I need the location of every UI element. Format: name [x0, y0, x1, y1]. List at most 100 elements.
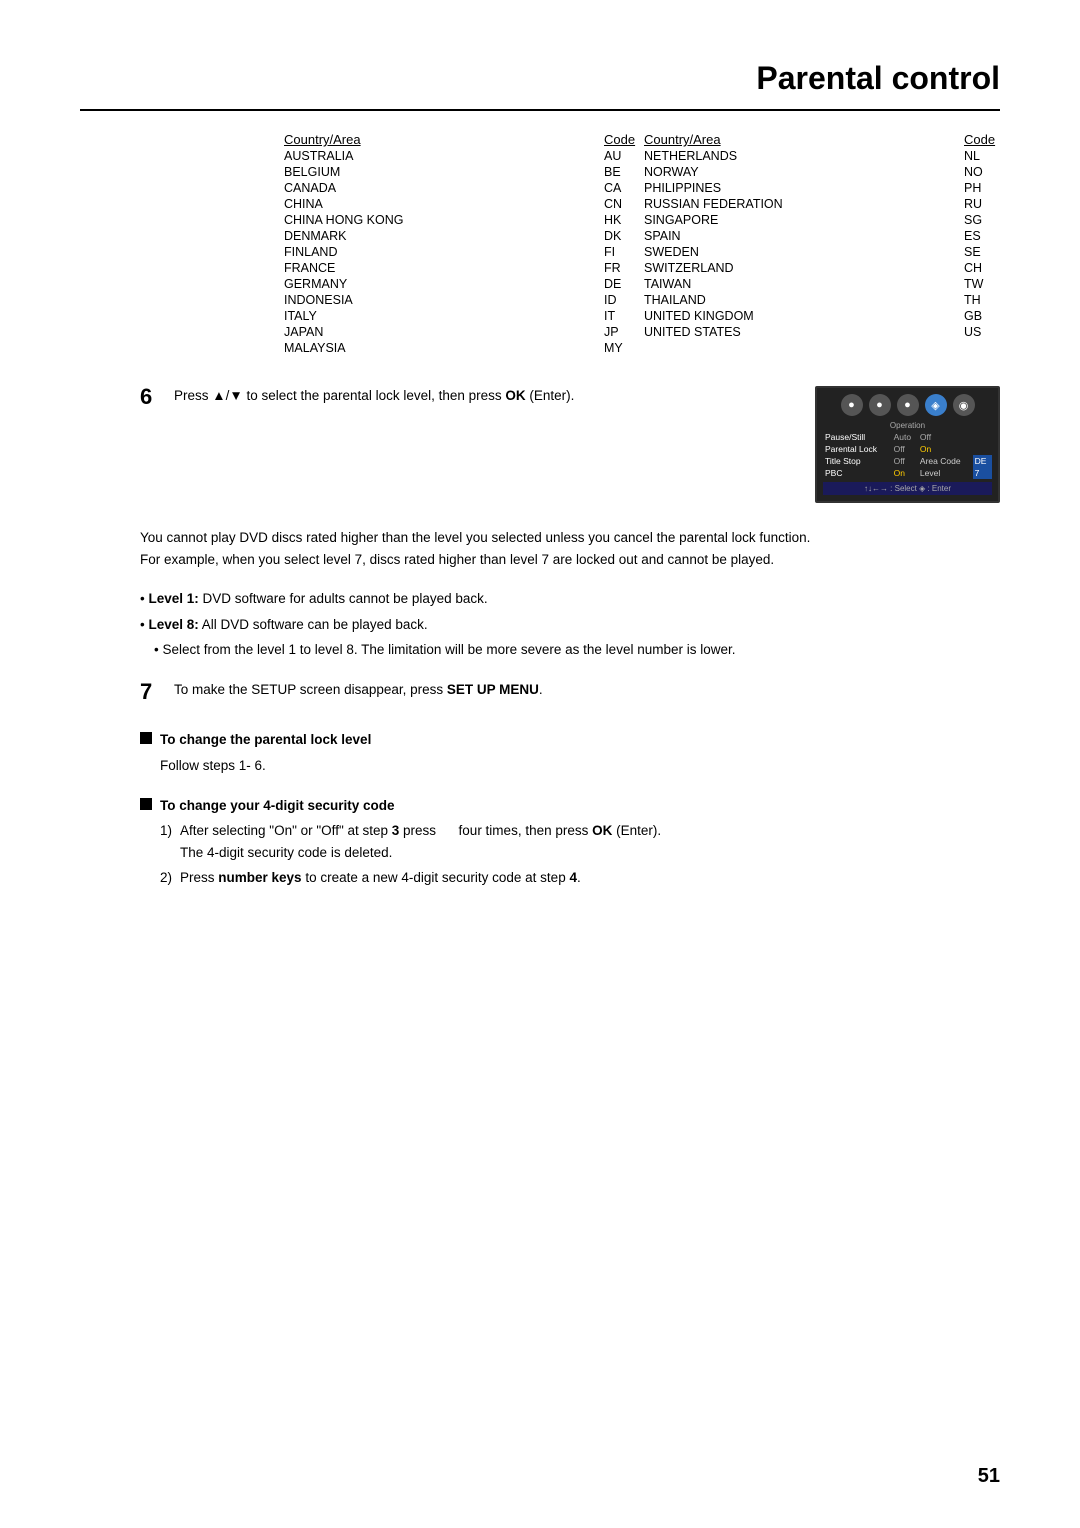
step6-content: Press ▲/▼ to select the parental lock le… [174, 386, 815, 406]
country-name: CHINA HONG KONG [280, 212, 600, 228]
table-row: TAIWANTW [640, 276, 1000, 292]
country-name: GERMANY [280, 276, 600, 292]
screen-icons-row: ● ● ● ◈ ◉ [823, 394, 992, 416]
table-row: FRANCEFR [280, 260, 640, 276]
country-name: DENMARK [280, 228, 600, 244]
table-row: RUSSIAN FEDERATIONRU [640, 196, 1000, 212]
country-code: RU [960, 196, 1000, 212]
screen-icon-1: ● [841, 394, 863, 416]
country-table-right: Country/Area Code NETHERLANDSNLNORWAYNOP… [640, 131, 1000, 340]
country-name: NETHERLANDS [640, 148, 960, 164]
screen-row-pause: Pause/Still Auto Off [823, 431, 992, 443]
table-row: PHILIPPINESPH [640, 180, 1000, 196]
item-text-2: Press number keys to create a new 4-digi… [180, 867, 581, 889]
country-code: ES [960, 228, 1000, 244]
country-code: CN [600, 196, 640, 212]
table-row: INDONESIAID [280, 292, 640, 308]
page-number: 51 [978, 1465, 1000, 1488]
country-name: CANADA [280, 180, 600, 196]
screen-label-pause: Pause/Still [823, 431, 892, 443]
country-name: AUSTRALIA [280, 148, 600, 164]
screen-val-de: DE [973, 455, 992, 467]
black-square-2 [140, 798, 152, 810]
col1-country-header: Country/Area [280, 131, 600, 148]
page-title: Parental control [80, 60, 1000, 111]
country-name: PHILIPPINES [640, 180, 960, 196]
table-row: THAILANDTH [640, 292, 1000, 308]
table-row: CHINA HONG KONGHK [280, 212, 640, 228]
country-code: FI [600, 244, 640, 260]
screen-val-off2: Off [892, 443, 918, 455]
country-code: US [960, 324, 1000, 340]
country-column-right: Country/Area Code NETHERLANDSNLNORWAYNOP… [640, 131, 1000, 356]
step6-section: 6 Press ▲/▼ to select the parental lock … [140, 386, 1000, 503]
table-row: MALAYSIAMY [280, 340, 640, 356]
country-code: HK [600, 212, 640, 228]
country-code: DE [600, 276, 640, 292]
table-row: GERMANYDE [280, 276, 640, 292]
table-row: NORWAYNO [640, 164, 1000, 180]
table-row: ITALYIT [280, 308, 640, 324]
sub-section-title-1: To change the parental lock level [140, 729, 1000, 751]
bullet-item-1: Level 1: DVD software for adults cannot … [140, 588, 1000, 610]
screen-table: Pause/Still Auto Off Parental Lock Off O… [823, 431, 992, 479]
table-row: CANADACA [280, 180, 640, 196]
table-row: SWEDENSE [640, 244, 1000, 260]
screen-val-level: Level [918, 467, 973, 479]
table-row: UNITED STATESUS [640, 324, 1000, 340]
country-name: CHINA [280, 196, 600, 212]
country-name: SWITZERLAND [640, 260, 960, 276]
country-table-left: Country/Area Code AUSTRALIAAUBELGIUMBECA… [280, 131, 640, 356]
screen-row-titlestop: Title Stop Off Area Code DE [823, 455, 992, 467]
table-row: SPAINES [640, 228, 1000, 244]
table-row: CHINACN [280, 196, 640, 212]
country-code: BE [600, 164, 640, 180]
country-name: UNITED STATES [640, 324, 960, 340]
screen-val-7: 7 [973, 467, 992, 479]
table-row: NETHERLANDSNL [640, 148, 1000, 164]
country-code: NL [960, 148, 1000, 164]
country-code: MY [600, 340, 640, 356]
table-row: SINGAPORESG [640, 212, 1000, 228]
step7-number: 7 [140, 679, 164, 705]
country-name: NORWAY [640, 164, 960, 180]
country-name: BELGIUM [280, 164, 600, 180]
country-code: CA [600, 180, 640, 196]
screen-mockup: ● ● ● ◈ ◉ Operation Pause/Still Auto Off… [815, 386, 1000, 503]
country-name: UNITED KINGDOM [640, 308, 960, 324]
numbered-item-2: 2) Press number keys to create a new 4-d… [160, 867, 1000, 889]
screen-label-pbc: PBC [823, 467, 892, 479]
country-code: SE [960, 244, 1000, 260]
screen-label-title: Title Stop [823, 455, 892, 467]
table-row: JAPANJP [280, 324, 640, 340]
table-row: BELGIUMBE [280, 164, 640, 180]
screen-val-on: On [918, 443, 973, 455]
screen-bottom-bar: ↑↓←→ : Select ◈ : Enter [823, 482, 992, 495]
table-row: DENMARKDK [280, 228, 640, 244]
screen-icon-3: ● [897, 394, 919, 416]
country-code: FR [600, 260, 640, 276]
screen-val-on2: On [892, 467, 918, 479]
screen-icon-4: ◈ [925, 394, 947, 416]
country-code: CH [960, 260, 1000, 276]
bullet-list: Level 1: DVD software for adults cannot … [140, 588, 1000, 661]
item-text-1: After selecting "On" or "Off" at step 3 … [180, 820, 661, 863]
table-row: FINLANDFI [280, 244, 640, 260]
country-code: AU [600, 148, 640, 164]
col2-code-header: Code [960, 131, 1000, 148]
country-code: PH [960, 180, 1000, 196]
col2-country-header: Country/Area [640, 131, 960, 148]
country-code: DK [600, 228, 640, 244]
numbered-item-1: 1) After selecting "On" or "Off" at step… [160, 820, 1000, 863]
sub-section-1-title-text: To change the parental lock level [160, 729, 371, 751]
screen-val-auto: Auto [892, 431, 918, 443]
sub-section-parental-lock: To change the parental lock level Follow… [140, 729, 1000, 776]
screen-header-label: Operation [823, 420, 992, 431]
paragraph1: You cannot play DVD discs rated higher t… [140, 527, 1000, 570]
country-name: THAILAND [640, 292, 960, 308]
country-table-area: Country/Area Code AUSTRALIAAUBELGIUMBECA… [280, 131, 1000, 356]
country-code: ID [600, 292, 640, 308]
country-name: JAPAN [280, 324, 600, 340]
col1-code-header: Code [600, 131, 640, 148]
screen-label-parental: Parental Lock [823, 443, 892, 455]
